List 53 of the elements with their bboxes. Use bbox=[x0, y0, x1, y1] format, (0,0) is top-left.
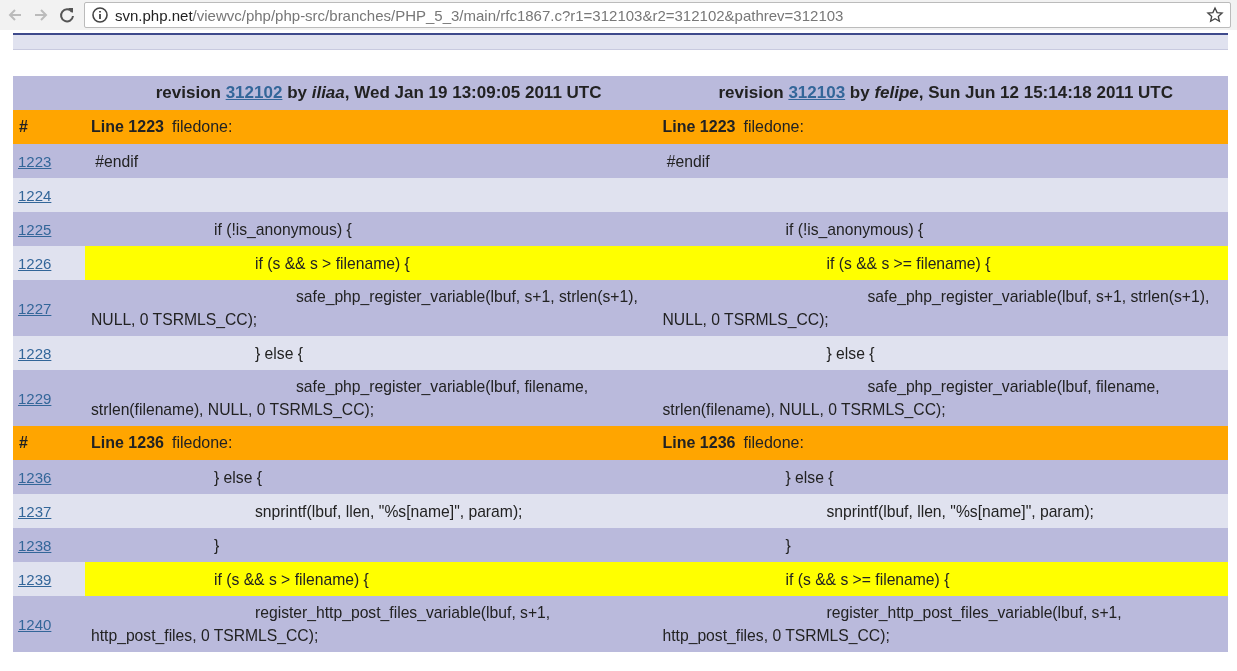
code-cell: } else { bbox=[85, 336, 657, 370]
hash-heading: # bbox=[19, 118, 28, 136]
line-number-link[interactable]: 1239 bbox=[18, 570, 52, 588]
line-number-link[interactable]: 1225 bbox=[18, 220, 52, 238]
changed-code-cell: if (s && s > filename) { bbox=[85, 246, 657, 280]
star-icon[interactable] bbox=[1206, 6, 1224, 24]
code-cell: register_http_post_files_variable(lbuf, s+1, http_post_files, 0 TSRMLS_CC); bbox=[85, 596, 657, 652]
code-cell: } else { bbox=[656, 336, 1228, 370]
revision-link[interactable]: 312102 bbox=[225, 83, 283, 102]
code-cell: register_http_post_files_variable(lbuf, s+1, http_post_files, 0 TSRMLS_CC); bbox=[656, 596, 1228, 652]
address-bar[interactable]: svn.php.net/viewvc/php/php-src/branches/PHP_5_3/main/rfc1867.c?r1=312103&r2=312102&pathrev=312103 bbox=[84, 2, 1231, 28]
line-label: Line 1236 bbox=[91, 434, 164, 452]
code-cell: safe_php_register_variable(lbuf, filename, strlen(filename), NULL, 0 TSRMLS_CC); bbox=[656, 370, 1228, 426]
url-text: svn.php.net/viewvc/php/php-src/branches/PHP_5_3/main/rfc1867.c?r1=312103&r2=312102&pathrev=312103 bbox=[115, 6, 845, 24]
code-cell: safe_php_register_variable(lbuf, s+1, strlen(s+1), NULL, 0 TSRMLS_CC); bbox=[656, 280, 1228, 336]
code-cell: if (!is_anonymous) { bbox=[85, 212, 657, 246]
code-cell: #endif bbox=[85, 144, 657, 178]
changed-code-cell: if (s && s >= filename) { bbox=[656, 562, 1228, 596]
function-label: filedone: bbox=[743, 434, 804, 452]
code-cell: snprintf(lbuf, llen, "%s[name]", param); bbox=[656, 494, 1228, 528]
code-cell: if (!is_anonymous) { bbox=[656, 212, 1228, 246]
function-label: filedone: bbox=[171, 434, 233, 452]
revision-heading: revision 312102 by iliaa, Wed Jan 19 13:09:05 2011 UTC bbox=[155, 83, 602, 103]
code-cell: } bbox=[85, 528, 657, 562]
function-label: filedone: bbox=[743, 118, 804, 136]
code-cell: safe_php_register_variable(lbuf, s+1, strlen(s+1), NULL, 0 TSRMLS_CC); bbox=[85, 280, 657, 336]
changed-code-cell: if (s && s > filename) { bbox=[85, 562, 657, 596]
code-cell: } else { bbox=[656, 460, 1228, 494]
function-label: filedone: bbox=[171, 118, 233, 136]
line-number-link[interactable]: 1224 bbox=[18, 186, 52, 204]
revision-heading: revision 312103 by felipe, Sun Jun 12 15:14:18 2011 UTC bbox=[718, 83, 1173, 103]
line-number-link[interactable]: 1223 bbox=[18, 152, 52, 170]
line-number-link[interactable]: 1227 bbox=[18, 299, 52, 317]
line-label: Line 1223 bbox=[662, 118, 736, 136]
line-number-link[interactable]: 1236 bbox=[18, 468, 52, 486]
line-number-link[interactable]: 1238 bbox=[18, 536, 52, 554]
info-icon[interactable] bbox=[91, 6, 109, 24]
code-cell: snprintf(lbuf, llen, "%s[name]", param); bbox=[85, 494, 657, 528]
code-cell: safe_php_register_variable(lbuf, filename, strlen(filename), NULL, 0 TSRMLS_CC); bbox=[85, 370, 657, 426]
changed-code-cell: if (s && s >= filename) { bbox=[656, 246, 1228, 280]
line-number-link[interactable]: 1229 bbox=[18, 389, 52, 407]
line-number-link[interactable]: 1237 bbox=[18, 502, 52, 520]
line-label: Line 1236 bbox=[662, 434, 736, 452]
code-cell: } bbox=[656, 528, 1228, 562]
revision-link[interactable]: 312103 bbox=[788, 83, 846, 102]
line-number-link[interactable]: 1226 bbox=[18, 254, 52, 272]
line-label: Line 1223 bbox=[91, 118, 164, 136]
line-number-link[interactable]: 1228 bbox=[18, 344, 52, 362]
code-cell: } else { bbox=[85, 460, 657, 494]
hash-heading: # bbox=[19, 434, 28, 452]
code-cell: #endif bbox=[656, 144, 1228, 178]
line-number-link[interactable]: 1240 bbox=[18, 615, 52, 633]
reload-icon[interactable] bbox=[58, 6, 76, 24]
